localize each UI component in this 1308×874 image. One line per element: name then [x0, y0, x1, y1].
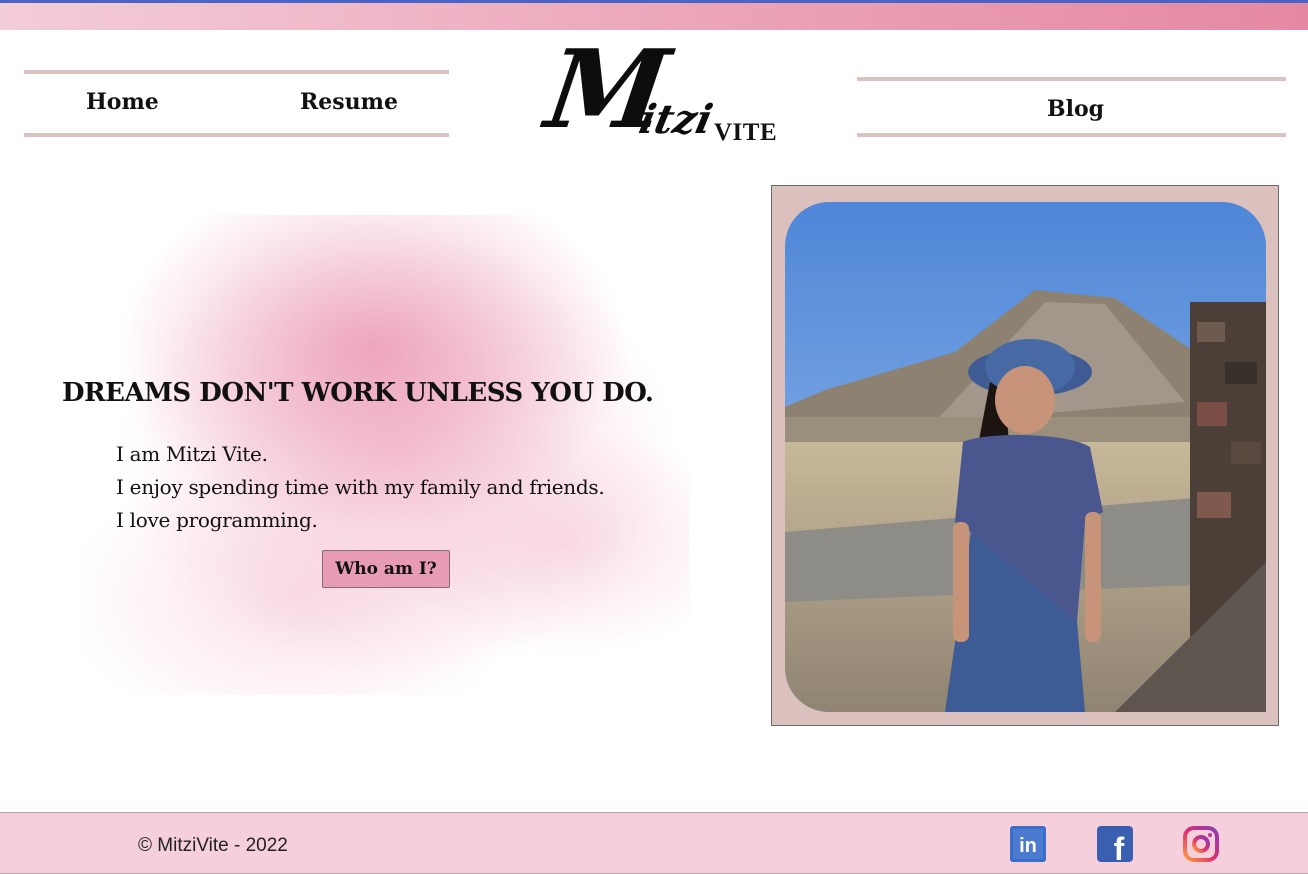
- site-logo[interactable]: M itzi VITE: [539, 27, 788, 163]
- linkedin-icon[interactable]: in: [1010, 826, 1046, 862]
- hero-headline: DREAMS DON'T WORK UNLESS YOU DO.: [62, 378, 654, 408]
- nav-right-top-rule: [857, 77, 1286, 81]
- instagram-icon[interactable]: [1183, 826, 1219, 862]
- nav-left-bottom-rule: [24, 133, 449, 137]
- facebook-glyph: f: [1114, 831, 1125, 862]
- facebook-icon[interactable]: f: [1097, 826, 1133, 867]
- bio-line: I enjoy spending time with my family and…: [116, 475, 605, 499]
- nav-link-blog[interactable]: Blog: [1047, 96, 1104, 122]
- profile-photo: [785, 202, 1266, 712]
- bio-line: I love programming.: [116, 508, 318, 532]
- logo-surname: VITE: [714, 119, 778, 146]
- bio-list: I am Mitzi Vite. I enjoy spending time w…: [116, 438, 605, 537]
- bio-line: I am Mitzi Vite.: [116, 442, 268, 466]
- footer: © MitziVite - 2022 in f: [0, 812, 1308, 874]
- nav-link-resume[interactable]: Resume: [300, 89, 398, 115]
- profile-photo-frame: [771, 185, 1279, 726]
- nav-left-top-rule: [24, 70, 449, 74]
- top-gradient-bar: [0, 0, 1308, 30]
- copyright-text: © MitziVite - 2022: [138, 835, 288, 856]
- nav-link-home[interactable]: Home: [86, 89, 159, 115]
- linkedin-glyph: in: [1019, 835, 1037, 857]
- who-am-i-button[interactable]: Who am I?: [322, 550, 450, 588]
- logo-script-rest: itzi: [635, 96, 717, 143]
- nav-right-bottom-rule: [857, 133, 1286, 137]
